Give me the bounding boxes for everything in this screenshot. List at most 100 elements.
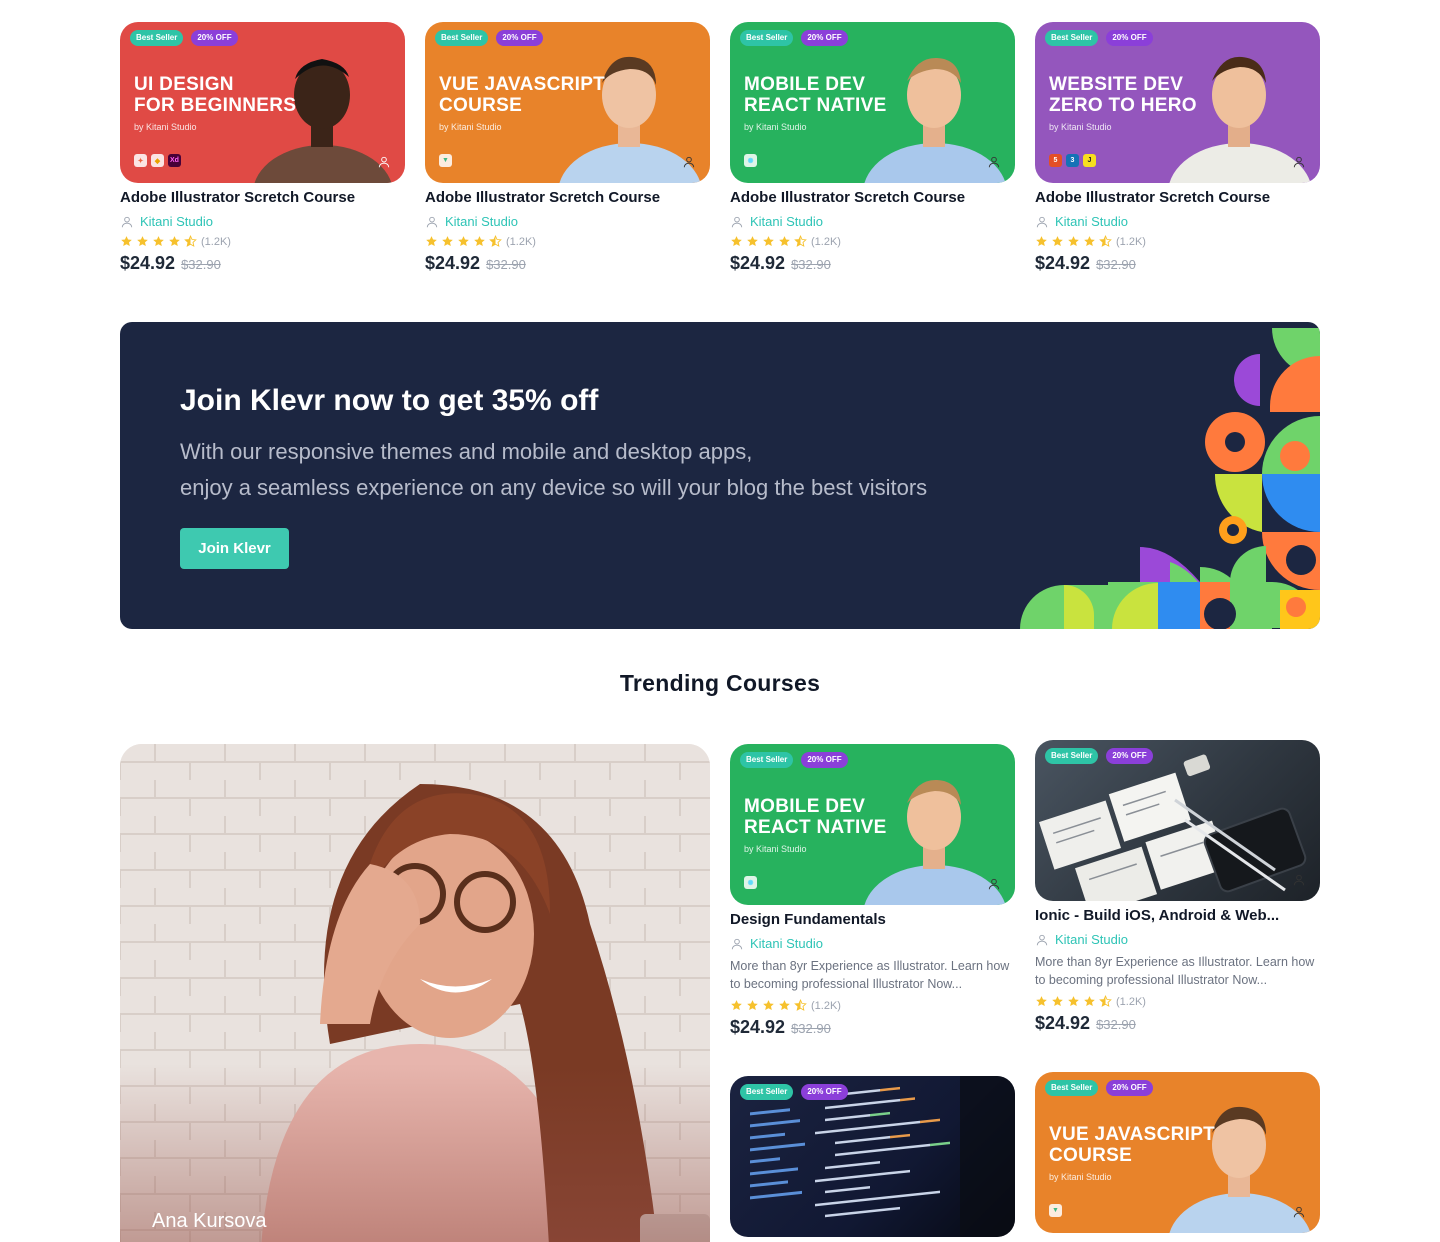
star-half-icon bbox=[1099, 995, 1112, 1008]
tool-icons: 53J bbox=[1049, 154, 1096, 167]
best-seller-badge: Best Seller bbox=[740, 30, 794, 46]
course-thumbnail[interactable]: Best Seller 20% OFF UI DESIGN FOR BEGINNER… bbox=[120, 22, 405, 183]
course-title[interactable]: Adobe Illustrator Scretch Course bbox=[120, 189, 405, 206]
thumbnail-byline: by Kitani Studio bbox=[744, 122, 807, 132]
rating-count: (1.2K) bbox=[1116, 995, 1146, 1008]
author[interactable]: Kitani Studio bbox=[120, 214, 405, 229]
course-title[interactable]: Adobe Illustrator Scretch Course bbox=[730, 189, 1015, 206]
star-icon bbox=[441, 235, 454, 248]
course-card[interactable]: Best Seller 20% OFF Ionic - Build iOS, An… bbox=[1035, 740, 1320, 1034]
course-description: More than 8yr Experience as Illustrator.… bbox=[730, 959, 1010, 991]
course-card[interactable]: Best Seller 20% OFF VUE JAVASCRIPT COURSE … bbox=[1035, 1072, 1320, 1233]
rating: (1.2K) bbox=[1035, 995, 1320, 1008]
course-thumbnail[interactable]: Best Seller 20% OFF MOBILE DEV REACT NATIV… bbox=[730, 744, 1015, 905]
star-rating bbox=[120, 235, 197, 248]
author-name[interactable]: Kitani Studio bbox=[750, 214, 823, 229]
user-icon bbox=[425, 215, 439, 229]
course-thumbnail[interactable]: Best Seller 20% OFF bbox=[730, 1076, 1015, 1237]
vue-icon: ▼ bbox=[439, 154, 452, 167]
author[interactable]: Kitani Studio bbox=[730, 936, 1015, 951]
author[interactable]: Kitani Studio bbox=[730, 214, 1015, 229]
author-name[interactable]: Kitani Studio bbox=[445, 214, 518, 229]
star-icon bbox=[120, 235, 133, 248]
star-rating bbox=[730, 235, 807, 248]
rating-count: (1.2K) bbox=[1116, 235, 1146, 248]
geometric-decoration bbox=[1020, 328, 1320, 629]
js-icon: J bbox=[1083, 154, 1096, 167]
star-half-icon bbox=[794, 999, 807, 1012]
rating: (1.2K) bbox=[1035, 235, 1320, 248]
instructor-name[interactable]: Ana Kursova bbox=[152, 1210, 267, 1233]
user-icon bbox=[1292, 1205, 1306, 1219]
star-icon bbox=[746, 999, 759, 1012]
rating: (1.2K) bbox=[120, 235, 405, 248]
rating-count: (1.2K) bbox=[811, 999, 841, 1012]
star-icon bbox=[1051, 995, 1064, 1008]
rating-count: (1.2K) bbox=[811, 235, 841, 248]
course-card[interactable]: Best Seller 20% OFF WEBSITE DEV ZERO TO HE… bbox=[1035, 22, 1320, 274]
author-name[interactable]: Kitani Studio bbox=[1055, 214, 1128, 229]
author-name[interactable]: Kitani Studio bbox=[1055, 932, 1128, 947]
star-half-icon bbox=[489, 235, 502, 248]
author[interactable]: Kitani Studio bbox=[425, 214, 710, 229]
course-thumbnail[interactable]: Best Seller 20% OFF VUE JAVASCRIPT COURSE … bbox=[1035, 1072, 1320, 1233]
star-rating bbox=[425, 235, 502, 248]
star-icon bbox=[1083, 235, 1096, 248]
old-price: $32.90 bbox=[791, 1021, 831, 1036]
course-title[interactable]: Design Fundamentals bbox=[730, 911, 1015, 928]
user-icon bbox=[682, 155, 696, 169]
star-icon bbox=[778, 999, 791, 1012]
course-thumbnail[interactable]: Best Seller 20% OFF WEBSITE DEV ZERO TO HE… bbox=[1035, 22, 1320, 183]
discount-badge: 20% OFF bbox=[1106, 30, 1153, 46]
star-icon bbox=[1051, 235, 1064, 248]
price: $24.92 bbox=[730, 253, 786, 273]
discount-badge: 20% OFF bbox=[801, 30, 848, 46]
user-icon bbox=[987, 877, 1001, 891]
featured-instructor-card[interactable]: Ana Kursova bbox=[120, 744, 710, 1242]
star-icon bbox=[762, 235, 775, 248]
author[interactable]: Kitani Studio bbox=[1035, 214, 1320, 229]
price: $24.92 bbox=[1035, 253, 1091, 273]
course-card[interactable]: Best Seller 20% OFF MOBILE DEV REACT NATIV… bbox=[730, 744, 1015, 1038]
user-icon bbox=[1292, 873, 1306, 887]
author-name[interactable]: Kitani Studio bbox=[750, 936, 823, 951]
star-rating bbox=[1035, 995, 1112, 1008]
author[interactable]: Kitani Studio bbox=[1035, 932, 1320, 947]
course-description: More than 8yr Experience as Illustrator.… bbox=[1035, 955, 1315, 987]
author-name[interactable]: Kitani Studio bbox=[140, 214, 213, 229]
star-icon bbox=[152, 235, 165, 248]
discount-badge: 20% OFF bbox=[801, 752, 848, 768]
star-icon bbox=[1083, 995, 1096, 1008]
course-card[interactable]: Best Seller 20% OFF MOBILE DEV REACT NATIV… bbox=[730, 22, 1015, 274]
discount-badge: 20% OFF bbox=[801, 1084, 848, 1100]
course-title[interactable]: Adobe Illustrator Scretch Course bbox=[425, 189, 710, 206]
star-half-icon bbox=[184, 235, 197, 248]
tool-icons: ✺ bbox=[744, 876, 757, 889]
figma-icon: ✦ bbox=[134, 154, 147, 167]
user-icon bbox=[730, 215, 744, 229]
course-card[interactable]: Best Seller 20% OFF UI DESIGN FOR BEGINNER… bbox=[120, 22, 405, 274]
html5-icon: 5 bbox=[1049, 154, 1062, 167]
star-icon bbox=[473, 235, 486, 248]
user-icon bbox=[1292, 155, 1306, 169]
user-icon bbox=[377, 155, 391, 169]
star-icon bbox=[136, 235, 149, 248]
tool-icons: ✺ bbox=[744, 154, 757, 167]
course-card[interactable]: Best Seller 20% OFF bbox=[730, 1076, 1015, 1237]
join-button[interactable]: Join Klevr bbox=[180, 528, 289, 569]
course-thumbnail[interactable]: Best Seller 20% OFF bbox=[1035, 740, 1320, 901]
course-thumbnail[interactable]: Best Seller 20% OFF VUE JAVASCRIPT COURSE … bbox=[425, 22, 710, 183]
best-seller-badge: Best Seller bbox=[435, 30, 489, 46]
star-icon bbox=[762, 999, 775, 1012]
banner-text: With our responsive themes and mobile an… bbox=[180, 439, 928, 500]
course-thumbnail[interactable]: Best Seller 20% OFF MOBILE DEV REACT NATIV… bbox=[730, 22, 1015, 183]
sketch-icon: ◆ bbox=[151, 154, 164, 167]
price: $24.92 bbox=[120, 253, 176, 273]
course-title[interactable]: Ionic - Build iOS, Android & Web... bbox=[1035, 907, 1320, 924]
banner-title: Join Klevr now to get 35% off bbox=[180, 384, 599, 417]
discount-badge: 20% OFF bbox=[191, 30, 238, 46]
course-title[interactable]: Adobe Illustrator Scretch Course bbox=[1035, 189, 1320, 206]
discount-badge: 20% OFF bbox=[496, 30, 543, 46]
course-card[interactable]: Best Seller 20% OFF VUE JAVASCRIPT COURSE … bbox=[425, 22, 710, 274]
rating: (1.2K) bbox=[730, 235, 1015, 248]
